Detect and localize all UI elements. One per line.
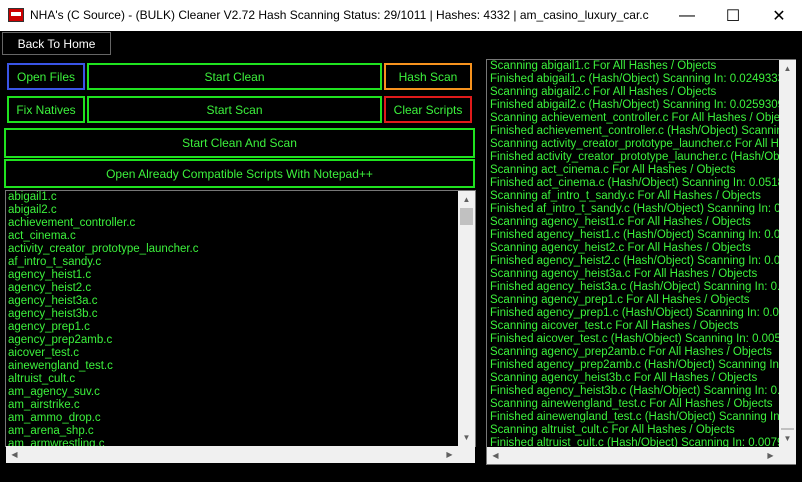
log-line: Scanning abigail1.c For All Hashes / Obj… [490,60,717,72]
scan-log[interactable]: Scanning abigail1.c For All Hashes / Obj… [486,59,796,465]
scroll-up-arrow-icon[interactable]: ▲ [779,60,796,77]
log-line: Finished abigail1.c (Hash/Object) Scanni… [490,73,796,85]
log-line: Finished ainewengland_test.c (Hash/Objec… [490,411,796,423]
app-icon [8,8,24,22]
clear-scripts-button[interactable]: Clear Scripts [384,96,472,123]
file-list-item[interactable]: am_agency_suv.c [6,386,475,399]
log-line: Scanning act_cinema.c For All Hashes / O… [490,164,736,176]
file-list-item[interactable]: agency_heist1.c [6,269,475,282]
file-list-item[interactable]: ainewengland_test.c [6,360,475,373]
file-list-item[interactable]: achievement_controller.c [6,217,475,230]
file-list-item[interactable]: abigail1.c [6,191,475,204]
scroll-up-arrow-icon[interactable]: ▲ [458,191,475,208]
window-title: NHA's (C Source) - (BULK) Cleaner V2.72 … [30,8,649,22]
log-line: Scanning af_intro_t_sandy.c For All Hash… [490,190,761,202]
minimize-button[interactable]: — [664,0,710,31]
file-list-item[interactable]: agency_prep2amb.c [6,334,475,347]
log-line: Scanning agency_heist2.c For All Hashes … [490,242,751,254]
log-line: Finished agency_heist2.c (Hash/Object) S… [490,255,796,267]
log-horizontal-scrollbar[interactable]: ◀ ▶ [487,447,779,464]
close-button[interactable]: ✕ [756,0,802,31]
scroll-down-arrow-icon[interactable]: ▼ [779,430,796,447]
log-line: Scanning ainewengland_test.c For All Has… [490,398,773,410]
scroll-corner [779,447,796,464]
log-line: Scanning agency_heist1.c For All Hashes … [490,216,751,228]
log-vertical-scrollbar[interactable]: ▲ ▼ [779,60,796,447]
log-line: Scanning achievement_controller.c For Al… [490,112,795,124]
file-list-item[interactable]: am_arena_shp.c [6,425,475,438]
log-line: Finished achievement_controller.c (Hash/… [490,125,796,137]
open-compatible-scripts-button[interactable]: Open Already Compatible Scripts With Not… [4,159,475,188]
log-line: Finished agency_heist3a.c (Hash/Object) … [490,281,796,293]
log-line: Finished abigail2.c (Hash/Object) Scanni… [490,99,796,111]
maximize-button[interactable]: ☐ [710,0,756,31]
open-files-button[interactable]: Open Files [7,63,85,90]
log-line: Finished activity_creator_prototype_laun… [490,151,796,163]
log-line: Finished agency_heist1.c (Hash/Object) S… [490,229,796,241]
scroll-left-arrow-icon[interactable]: ◀ [6,446,23,463]
log-line: Finished aicover_test.c (Hash/Object) Sc… [490,333,796,345]
log-line: Scanning agency_prep1.c For All Hashes /… [490,294,750,306]
file-list-item[interactable]: aicover_test.c [6,347,475,360]
file-list-item[interactable]: activity_creator_prototype_launcher.c [6,243,475,256]
log-line: Scanning activity_creator_prototype_laun… [490,138,796,150]
scroll-thumb[interactable] [460,208,473,225]
scroll-corner [458,446,475,463]
log-line: Scanning agency_heist3a.c For All Hashes… [490,268,758,280]
scroll-left-arrow-icon[interactable]: ◀ [487,447,504,464]
scroll-down-arrow-icon[interactable]: ▼ [458,429,475,446]
file-list-horizontal-scrollbar[interactable]: ◀ ▶ [6,446,458,463]
file-list-item[interactable]: altruist_cult.c [6,373,475,386]
hash-scan-button[interactable]: Hash Scan [384,63,472,90]
scroll-right-arrow-icon[interactable]: ▶ [762,447,779,464]
log-line: Scanning altruist_cult.c For All Hashes … [490,424,735,436]
start-clean-button[interactable]: Start Clean [87,63,382,90]
log-line: Finished af_intro_t_sandy.c (Hash/Object… [490,203,796,215]
file-list-item[interactable]: agency_prep1.c [6,321,475,334]
file-list-item[interactable]: af_intro_t_sandy.c [6,256,475,269]
log-line: Finished act_cinema.c (Hash/Object) Scan… [490,177,796,189]
fix-natives-button[interactable]: Fix Natives [7,96,85,123]
file-list-item[interactable]: abigail2.c [6,204,475,217]
log-line: Finished agency_heist3b.c (Hash/Object) … [490,385,796,397]
file-list-vertical-scrollbar[interactable]: ▲ ▼ [458,191,475,446]
title-bar: NHA's (C Source) - (BULK) Cleaner V2.72 … [0,0,802,31]
scroll-right-arrow-icon[interactable]: ▶ [441,446,458,463]
file-list[interactable]: abigail1.c abigail2.c achievement_controll… [5,190,476,447]
log-line: Scanning abigail2.c For All Hashes / Obj… [490,86,717,98]
log-line: Scanning agency_heist3b.c For All Hashes… [490,372,758,384]
start-clean-and-scan-button[interactable]: Start Clean And Scan [4,128,475,158]
file-list-item[interactable]: agency_heist3a.c [6,295,475,308]
file-list-item[interactable]: agency_heist2.c [6,282,475,295]
back-to-home-button[interactable]: Back To Home [2,32,111,55]
log-line: Scanning agency_prep2amb.c For All Hashe… [490,346,772,358]
file-list-item[interactable]: act_cinema.c [6,230,475,243]
file-list-item[interactable]: am_airstrike.c [6,399,475,412]
file-list-item[interactable]: agency_heist3b.c [6,308,475,321]
log-line: Scanning aicover_test.c For All Hashes /… [490,320,739,332]
start-scan-button[interactable]: Start Scan [87,96,382,123]
file-list-item[interactable]: am_ammo_drop.c [6,412,475,425]
log-line: Finished agency_prep1.c (Hash/Object) Sc… [490,307,796,319]
log-line: Finished agency_prep2amb.c (Hash/Object)… [490,359,796,371]
